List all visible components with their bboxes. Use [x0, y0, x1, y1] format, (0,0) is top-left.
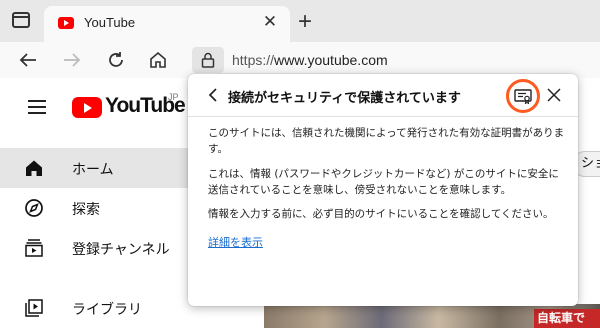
back-arrow-icon — [19, 53, 36, 67]
sidebar-item-library[interactable]: ライブラリ — [0, 288, 188, 328]
show-details-link[interactable]: 詳細を表示 — [208, 234, 263, 250]
tab-strip: YouTube ✕ + — [0, 0, 600, 42]
certificate-button[interactable] — [506, 79, 540, 113]
menu-icon[interactable] — [28, 100, 46, 114]
refresh-button[interactable] — [104, 48, 128, 72]
popup-close-button[interactable] — [544, 85, 564, 105]
youtube-play-icon — [72, 97, 102, 118]
sidebar-item-label: ホーム — [72, 162, 114, 178]
address-bar[interactable]: https://www.youtube.com — [232, 52, 388, 68]
popup-title: 接続がセキュリティで保護されています — [228, 91, 461, 106]
sidebar-item-label: 探索 — [72, 202, 100, 218]
lock-icon — [201, 52, 215, 68]
youtube-favicon-icon — [58, 17, 74, 29]
site-info-button[interactable] — [192, 47, 224, 73]
certificate-icon — [514, 88, 532, 104]
popup-divider — [188, 116, 578, 117]
compass-icon — [24, 198, 44, 218]
url-host: www.youtube.com — [274, 52, 388, 68]
library-icon — [24, 298, 44, 318]
tab-title: YouTube — [84, 15, 136, 30]
tab-close-icon[interactable]: ✕ — [260, 12, 280, 32]
home-outline-icon — [150, 51, 166, 68]
popup-paragraph: これは、情報 (パスワードやクレジットカードなど) がこのサイトに安全に送信され… — [208, 168, 559, 196]
sidebar-item-home[interactable]: ホーム — [0, 148, 188, 188]
browser-toolbar: https://www.youtube.com — [0, 42, 600, 78]
url-protocol: https:// — [232, 52, 275, 68]
popup-paragraph: このサイトには、信頼された機関によって発行された有効な証明書があります。 — [208, 127, 565, 155]
popup-paragraph: 情報を入力する前に、必ず目的のサイトにいることを確認してください。 — [208, 208, 554, 220]
sidebar-item-label: ライブラリ — [72, 302, 142, 318]
tab-youtube[interactable]: YouTube ✕ — [44, 6, 290, 42]
forward-button[interactable] — [60, 48, 84, 72]
refresh-icon — [109, 52, 123, 67]
connection-security-popup: 接続がセキュリティで保護されています このサイトには、信頼された機関によって発行… — [188, 74, 578, 306]
sidebar-item-label: 登録チャンネル — [72, 242, 170, 258]
home-button[interactable] — [146, 48, 170, 72]
forward-arrow-icon — [64, 53, 81, 67]
popup-back-button[interactable] — [204, 86, 222, 104]
region-code: JP — [168, 92, 179, 102]
close-icon — [547, 88, 561, 102]
sidebar-item-explore[interactable]: 探索 — [0, 188, 188, 228]
back-button[interactable] — [16, 48, 40, 72]
new-tab-button[interactable]: + — [294, 10, 316, 34]
thumbnail-caption: 自転車で — [534, 309, 600, 328]
sidebar-item-subscriptions[interactable]: 登録チャンネル — [0, 228, 188, 268]
tab-actions-icon[interactable] — [12, 12, 30, 28]
subscriptions-icon — [24, 238, 44, 258]
chevron-left-icon — [208, 88, 217, 102]
home-icon — [24, 158, 44, 178]
